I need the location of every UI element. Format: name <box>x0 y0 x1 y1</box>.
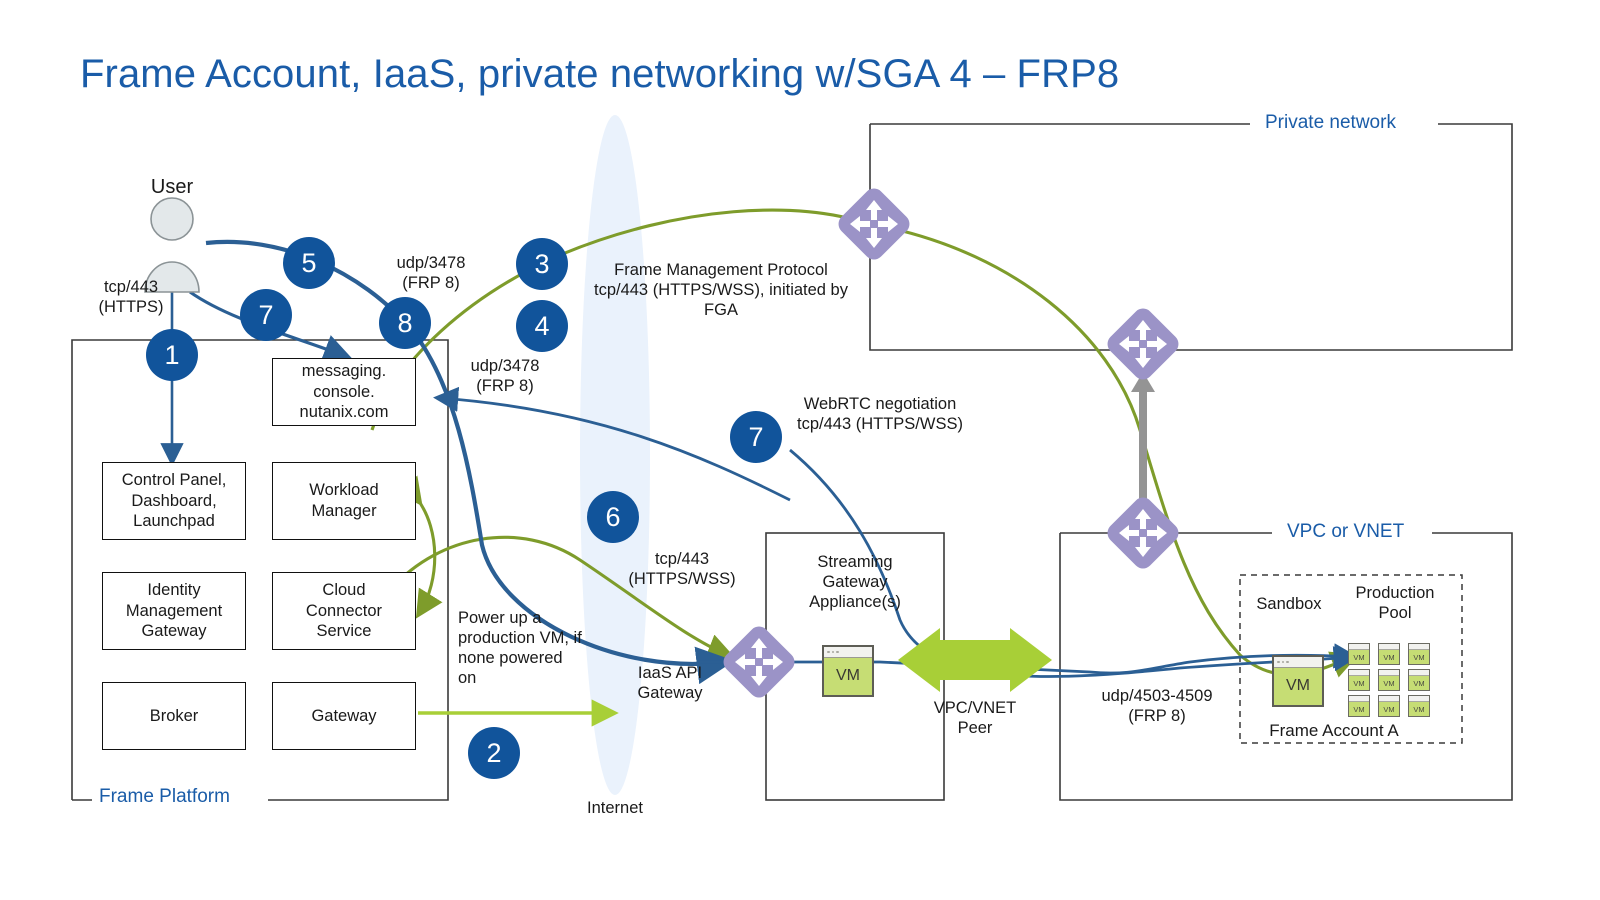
sandbox-label: Sandbox <box>1256 595 1322 613</box>
box-iaas-api-gateway-label: IaaS API Gateway <box>637 664 703 703</box>
box-cloud-connector-service[interactable]: Cloud Connector Service <box>272 572 416 650</box>
step-badge-3[interactable]: 3 <box>516 238 568 290</box>
vm-icon-sandbox-label: VM <box>1286 677 1310 694</box>
vm-icon-pool: VM <box>1378 669 1400 691</box>
zone-label-frame-platform: Frame Platform <box>92 786 237 808</box>
zone-label-internet: Internet <box>587 799 643 817</box>
vm-icon-pool: VM <box>1408 669 1430 691</box>
zone-label-vpc-vnet: VPC or VNET <box>1280 521 1412 543</box>
production-pool-vm-grid: VM VM VM VM VM VM VM VM VM <box>1348 643 1432 717</box>
box-broker[interactable]: Broker <box>102 682 246 750</box>
production-pool-label: Production Pool <box>1355 584 1435 623</box>
vm-icon-pool: VM <box>1408 643 1430 665</box>
box-gateway[interactable]: Gateway <box>272 682 416 750</box>
diagram-canvas: Frame Account, IaaS, private networking … <box>0 0 1600 900</box>
zone-label-private-network: Private network <box>1258 112 1403 134</box>
annotation-tcp443-https: tcp/443 (HTTPS) <box>98 278 164 317</box>
annotation-power-up-vm: Power up a production VM, if none powere… <box>458 609 582 688</box>
box-identity-management-gateway[interactable]: Identity Management Gateway <box>102 572 246 650</box>
router-icon-private-top <box>838 188 910 260</box>
vm-icon-pool: VM <box>1348 643 1370 665</box>
vm-icon-sandbox: VM <box>1272 655 1324 707</box>
step-badge-7-webrtc[interactable]: 7 <box>730 411 782 463</box>
vm-icon-sga: VM <box>822 645 874 697</box>
user-label: User <box>150 176 194 198</box>
box-streaming-gateway-label: Streaming Gateway Appliance(s) <box>809 553 901 612</box>
private-network-zone-border <box>869 123 1513 351</box>
annotation-tcp443-wss: tcp/443 (HTTPS/WSS) <box>628 550 736 589</box>
router-icon-private-bottom <box>1107 308 1179 380</box>
step-badge-2[interactable]: 2 <box>468 727 520 779</box>
step-badge-7-user[interactable]: 7 <box>240 289 292 341</box>
box-workload-manager[interactable]: Workload Manager <box>272 462 416 540</box>
vm-icon-pool: VM <box>1348 669 1370 691</box>
step-badge-1[interactable]: 1 <box>146 329 198 381</box>
annotation-udp3478-mid: udp/3478 (FRP 8) <box>470 357 540 396</box>
annotation-udp4503-4509: udp/4503-4509 (FRP 8) <box>1101 687 1213 726</box>
vm-icon-pool: VM <box>1378 695 1400 717</box>
step-badge-4[interactable]: 4 <box>516 300 568 352</box>
router-icon-vpc <box>1107 497 1179 569</box>
vm-icon-sga-label: VM <box>836 667 860 684</box>
frame-account-label: Frame Account A <box>1269 721 1399 740</box>
vm-icon-pool: VM <box>1408 695 1430 717</box>
step-badge-6[interactable]: 6 <box>587 491 639 543</box>
vm-icon-pool: VM <box>1378 643 1400 665</box>
annotation-webrtc-negotiation: WebRTC negotiation tcp/443 (HTTPS/WSS) <box>797 395 963 434</box>
diagram-vector-layer <box>71 115 1513 801</box>
annotation-frame-management-protocol: Frame Management Protocol tcp/443 (HTTPS… <box>593 261 848 320</box>
step-badge-5[interactable]: 5 <box>283 237 335 289</box>
vm-icon-pool: VM <box>1348 695 1370 717</box>
annotation-udp3478-top: udp/3478 (FRP 8) <box>396 254 466 293</box>
box-control-panel[interactable]: Control Panel, Dashboard, Launchpad <box>102 462 246 540</box>
annotation-vpc-vnet-peer: VPC/VNET Peer <box>933 699 1017 738</box>
box-messaging-console[interactable]: messaging. console. nutanix.com <box>272 358 416 426</box>
step-badge-8[interactable]: 8 <box>379 297 431 349</box>
